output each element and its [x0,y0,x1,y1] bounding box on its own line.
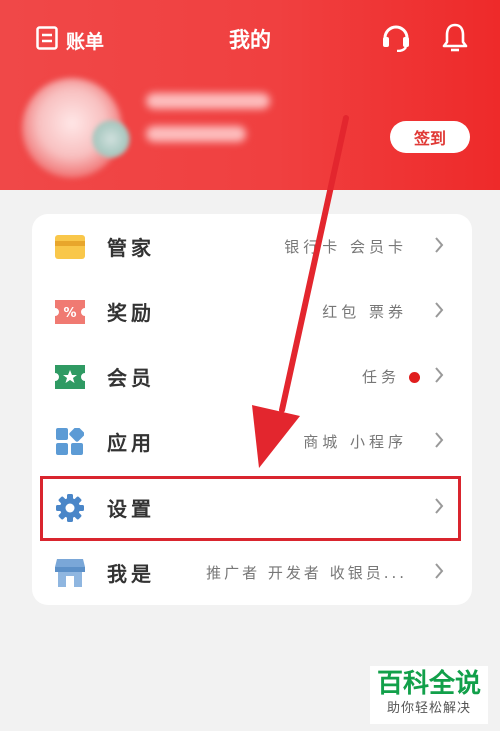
menu-item-label: 会员 [107,366,155,390]
user-info-blurred [146,126,246,142]
menu-item-sub: 推广者 开发者 收银员... [206,564,407,582]
menu-item-apps[interactable]: 应用 商城 小程序 [32,409,472,474]
menu-item-rewards[interactable]: % 奖励 红包 票券 [32,279,472,344]
coupon-icon: % [54,298,86,326]
menu-item-label: 奖励 [107,301,155,325]
menu-item-settings[interactable]: 设置 [32,475,472,540]
bell-icon[interactable] [442,22,468,56]
menu-item-sub: 商城 小程序 [303,433,407,451]
chevron-right-icon [434,366,444,388]
notification-dot [409,372,420,383]
member-icon [54,363,86,391]
menu-item-label: 管家 [107,236,155,260]
apps-icon [54,428,86,456]
store-icon [54,559,86,587]
watermark-logo: 百科全说 助你轻松解决 [370,666,488,724]
menu-item-label: 我是 [107,562,155,586]
menu-item-sub: 红包 票券 [322,303,407,321]
menu-item-butler[interactable]: 管家 银行卡 会员卡 [32,214,472,279]
menu-item-label: 应用 [107,431,155,455]
chevron-right-icon [434,236,444,258]
watermark-subtitle: 助你轻松解决 [386,701,471,716]
menu-card: 管家 银行卡 会员卡 % 奖励 红包 票券 会员 任务 应用 商城 小程序 设置… [32,214,472,605]
card-icon [54,233,86,261]
menu-item-sub: 银行卡 会员卡 [284,238,407,256]
menu-item-sub: 任务 [361,368,400,386]
gear-icon [54,494,86,522]
avatar-badge [92,120,130,158]
headset-icon[interactable] [380,22,412,56]
chevron-right-icon [434,497,444,519]
username-blurred [146,93,270,109]
menu-item-label: 设置 [107,497,155,521]
profile-header: 账单 我的 签到 [0,0,500,190]
chevron-right-icon [434,301,444,323]
chevron-right-icon [434,562,444,584]
chevron-right-icon [434,431,444,453]
menu-item-i-am[interactable]: 我是 推广者 开发者 收银员... [32,540,472,605]
checkin-button[interactable]: 签到 [390,121,470,153]
watermark-title: 百科全说 [376,669,481,699]
svg-text:%: % [63,306,76,321]
menu-item-member[interactable]: 会员 任务 [32,344,472,409]
